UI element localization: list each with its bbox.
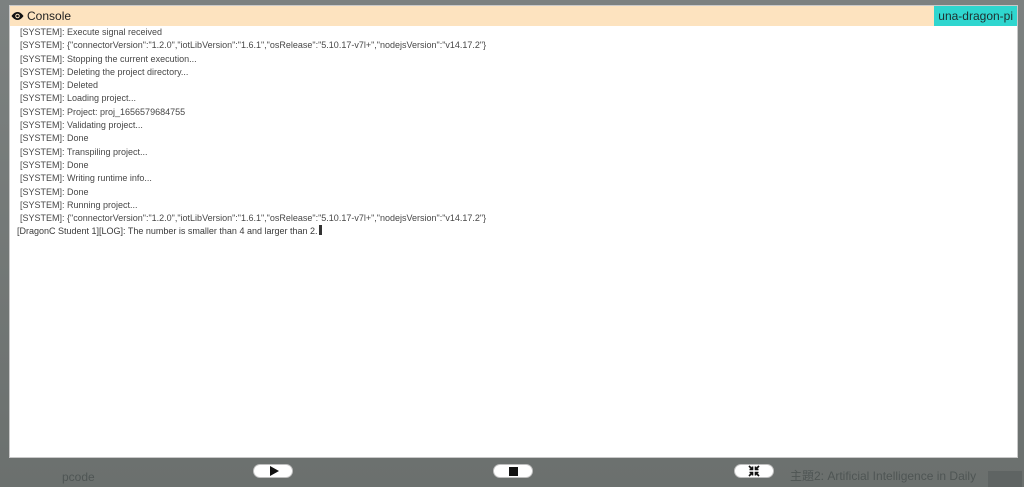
console-panel: Console una-dragon-pi [SYSTEM]: Execute … — [9, 5, 1018, 458]
console-header: Console una-dragon-pi — [10, 6, 1017, 26]
console-log: [SYSTEM]: Execute signal received [SYSTEM… — [10, 26, 1017, 239]
user-log-text: [DragonC Student 1][LOG]: The number is … — [17, 226, 318, 237]
stop-icon — [508, 466, 518, 476]
play-button[interactable] — [253, 464, 293, 478]
background-text-right: 主題2: Artificial Intelligence in Daily — [790, 469, 977, 483]
log-line: [SYSTEM]: Validating project... — [20, 120, 143, 131]
log-line: [SYSTEM]: {"connectorVersion":"1.2.0","i… — [20, 40, 487, 51]
log-line: [SYSTEM]: Deleting the project directory… — [20, 66, 189, 77]
console-title-wrap: Console — [11, 9, 71, 23]
log-line: [SYSTEM]: Running project... — [20, 199, 138, 210]
log-line: [SYSTEM]: Writing runtime info... — [20, 173, 152, 184]
background-text-left: pcode — [62, 470, 95, 484]
log-line: [SYSTEM]: Done — [20, 133, 89, 144]
log-line: [SYSTEM]: Done — [20, 186, 89, 197]
device-badge[interactable]: una-dragon-pi — [934, 6, 1017, 26]
text-cursor — [318, 225, 322, 236]
console-title: Console — [27, 9, 72, 23]
log-line: [SYSTEM]: Execute signal received — [20, 27, 163, 37]
play-icon — [269, 466, 279, 476]
log-line: [SYSTEM]: Done — [20, 159, 89, 170]
stop-button[interactable] — [493, 464, 533, 478]
log-line: [SYSTEM]: {"connectorVersion":"1.2.0","i… — [20, 213, 487, 224]
log-line: [SYSTEM]: Project: proj_1656579684755 — [20, 106, 186, 117]
log-line: [SYSTEM]: Transpiling project... — [20, 146, 148, 157]
background-corner — [988, 471, 1022, 487]
eye-icon — [11, 12, 24, 20]
log-line: [SYSTEM]: Deleted — [20, 80, 99, 91]
log-line: [SYSTEM]: Stopping the current execution… — [20, 53, 197, 64]
collapse-icon — [748, 465, 760, 477]
collapse-button[interactable] — [734, 464, 774, 478]
log-line-user: [DragonC Student 1][LOG]: The number is … — [17, 225, 1017, 238]
log-line: [SYSTEM]: Loading project... — [20, 93, 137, 104]
